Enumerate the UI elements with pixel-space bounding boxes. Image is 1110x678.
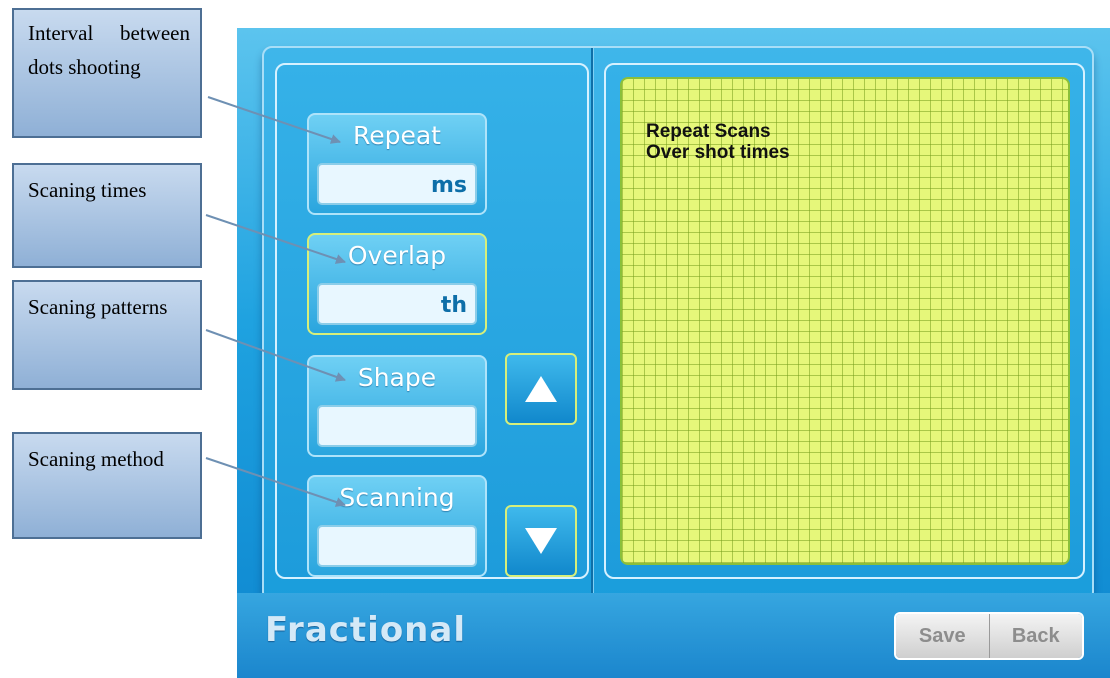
arrow-repeat bbox=[207, 96, 341, 144]
arrow-scanning bbox=[205, 457, 346, 507]
arrow-overlap bbox=[205, 214, 346, 264]
callout-arrows bbox=[205, 96, 346, 507]
arrow-shape bbox=[205, 329, 346, 382]
